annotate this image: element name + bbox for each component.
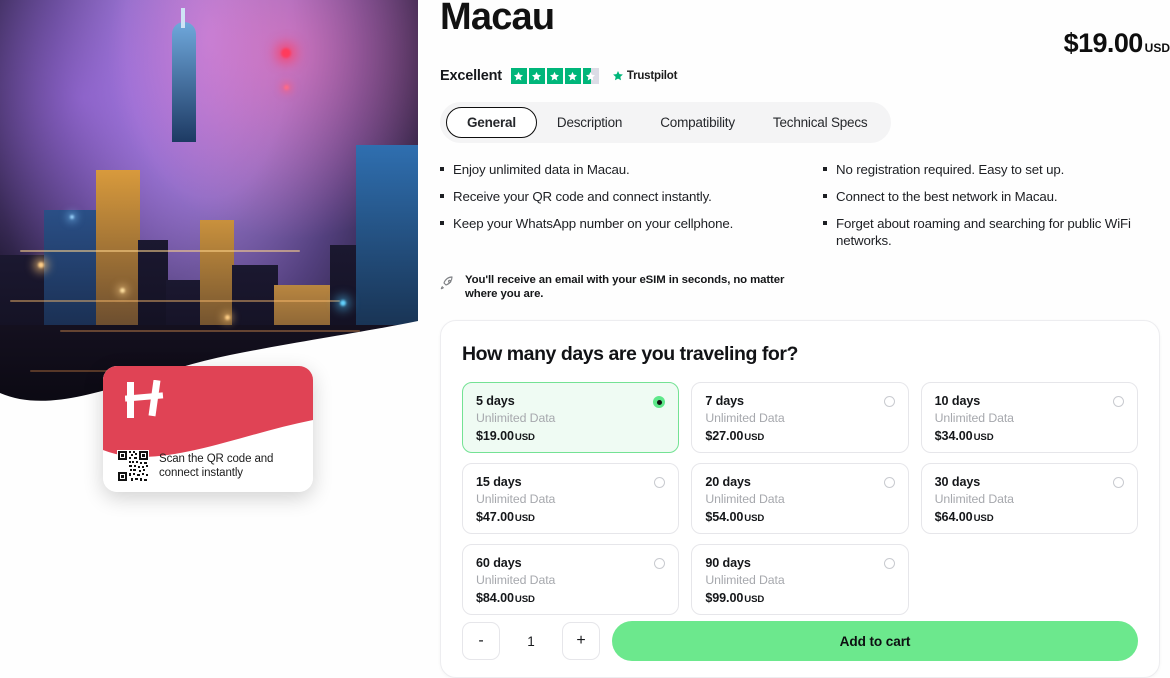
quantity-value: 1 <box>527 633 535 649</box>
tab-general[interactable]: General <box>446 107 537 138</box>
plan-days: 10 days <box>934 394 981 408</box>
plan-data: Unlimited Data <box>934 411 1014 425</box>
qr-code-icon <box>117 450 149 482</box>
plan-price-currency: USD <box>514 432 535 443</box>
quantity-decrement-button[interactable]: - <box>462 622 500 660</box>
email-delivery-note-text: You'll receive an email with your eSIM i… <box>465 274 785 300</box>
plan-days: 90 days <box>705 556 751 570</box>
plan-days: 7 days <box>705 394 744 408</box>
plan-grid: 5 days Unlimited Data $19.00USD 7 days U… <box>462 382 1138 615</box>
plan-data: Unlimited Data <box>476 573 556 587</box>
plan-price-amount: $47.00 <box>476 510 514 524</box>
plan-price-amount: $19.00 <box>476 429 514 443</box>
plan-data: Unlimited Data <box>934 492 1014 506</box>
list-item: No registration required. Easy to set up… <box>823 161 1170 178</box>
plan-option-15-days[interactable]: 15 days Unlimited Data $47.00USD <box>462 463 680 534</box>
plan-price: $54.00USD <box>705 510 894 524</box>
tab-compatibility[interactable]: Compatibility <box>642 107 753 138</box>
plan-selector-title: How many days are you traveling for? <box>462 343 798 365</box>
plan-data: Unlimited Data <box>705 411 785 425</box>
product-details-column: Macau $19.00 USD Excellent Trustpilot Gen… <box>440 0 1170 678</box>
plan-price: $64.00USD <box>935 510 1124 524</box>
plan-price: $34.00USD <box>935 429 1124 443</box>
plan-option-5-days[interactable]: 5 days Unlimited Data $19.00USD <box>462 382 680 453</box>
list-item: Enjoy unlimited data in Macau. <box>440 161 787 178</box>
radio-icon[interactable] <box>883 477 895 488</box>
radio-icon[interactable] <box>1112 396 1124 407</box>
plan-days: 20 days <box>705 475 751 489</box>
plan-price-amount: $27.00 <box>705 429 744 443</box>
feature-bullets-left: Enjoy unlimited data in Macau. Receive y… <box>440 161 805 259</box>
plan-data: Unlimited Data <box>705 573 785 587</box>
plan-price-currency: USD <box>514 594 535 605</box>
plan-option-90-days[interactable]: 90 days Unlimited Data $99.00USD <box>691 544 909 615</box>
plan-price-currency: USD <box>744 513 765 524</box>
feature-bullets-right: No registration required. Easy to set up… <box>805 161 1170 259</box>
plan-price-amount: $54.00 <box>705 510 744 524</box>
plan-price-currency: USD <box>744 594 765 605</box>
radio-icon[interactable] <box>1112 477 1124 488</box>
product-page: Scan the QR code and connect instantly M… <box>0 0 1170 678</box>
feature-bullets: Enjoy unlimited data in Macau. Receive y… <box>440 161 1170 259</box>
plan-price-currency: USD <box>514 513 535 524</box>
plan-option-10-days[interactable]: 10 days Unlimited Data $34.00USD <box>920 382 1138 453</box>
plan-price-currency: USD <box>973 432 994 443</box>
qr-promo-card: Scan the QR code and connect instantly <box>103 366 313 492</box>
price-currency: USD <box>1144 41 1170 55</box>
plan-price-amount: $64.00 <box>934 510 973 524</box>
plan-price: $99.00USD <box>705 591 894 605</box>
plan-price-currency: USD <box>744 432 765 443</box>
price-amount: $19.00 <box>1063 28 1144 58</box>
add-to-cart-button[interactable]: Add to cart <box>612 621 1138 661</box>
radio-icon[interactable] <box>883 396 895 407</box>
plan-selector-panel: How many days are you traveling for? 5 d… <box>440 320 1160 678</box>
plan-price: $27.00USD <box>705 429 894 443</box>
tab-technical-specs[interactable]: Technical Specs <box>755 107 886 138</box>
plan-option-60-days[interactable]: 60 days Unlimited Data $84.00USD <box>462 544 680 615</box>
rocket-icon <box>440 276 453 290</box>
plan-option-30-days[interactable]: 30 days Unlimited Data $64.00USD <box>920 463 1138 534</box>
title-row: Macau $19.00 USD <box>440 0 1170 72</box>
plan-data: Unlimited Data <box>476 411 556 425</box>
plan-price-amount: $84.00 <box>476 591 514 605</box>
plan-days: 5 days <box>476 394 515 408</box>
email-delivery-note: You'll receive an email with your eSIM i… <box>440 273 790 301</box>
promo-card-text: Scan the QR code and connect instantly <box>159 453 274 479</box>
plan-price-currency: USD <box>973 513 994 524</box>
plan-price-amount: $99.00 <box>705 591 744 605</box>
holafly-h-logo <box>125 380 164 418</box>
plan-days: 30 days <box>934 475 981 489</box>
list-item: Connect to the best network in Macau. <box>823 188 1170 205</box>
plan-price: $19.00USD <box>476 429 665 443</box>
plan-data: Unlimited Data <box>476 492 556 506</box>
plan-option-7-days[interactable]: 7 days Unlimited Data $27.00USD <box>691 382 909 453</box>
list-item: Receive your QR code and connect instant… <box>440 188 787 205</box>
page-title: Macau <box>440 0 555 38</box>
plan-data: Unlimited Data <box>705 492 785 506</box>
plan-days: 15 days <box>476 475 522 489</box>
plan-price: $47.00USD <box>476 510 665 524</box>
plan-days: 60 days <box>476 556 522 570</box>
list-item: Keep your WhatsApp number on your cellph… <box>440 215 787 232</box>
cart-row: - 1 + Add to cart <box>462 621 1138 661</box>
promo-card-footer: Scan the QR code and connect instantly <box>103 440 313 492</box>
quantity-increment-button[interactable]: + <box>562 622 600 660</box>
plan-price-amount: $34.00 <box>934 429 973 443</box>
plan-price: $84.00USD <box>476 591 665 605</box>
plan-option-20-days[interactable]: 20 days Unlimited Data $54.00USD <box>691 463 909 534</box>
list-item: Forget about roaming and searching for p… <box>823 215 1170 249</box>
tab-description[interactable]: Description <box>539 107 640 138</box>
radio-icon[interactable] <box>883 558 895 569</box>
product-price: $19.00 USD <box>1064 28 1170 59</box>
tab-bar: General Description Compatibility Techni… <box>440 102 892 143</box>
